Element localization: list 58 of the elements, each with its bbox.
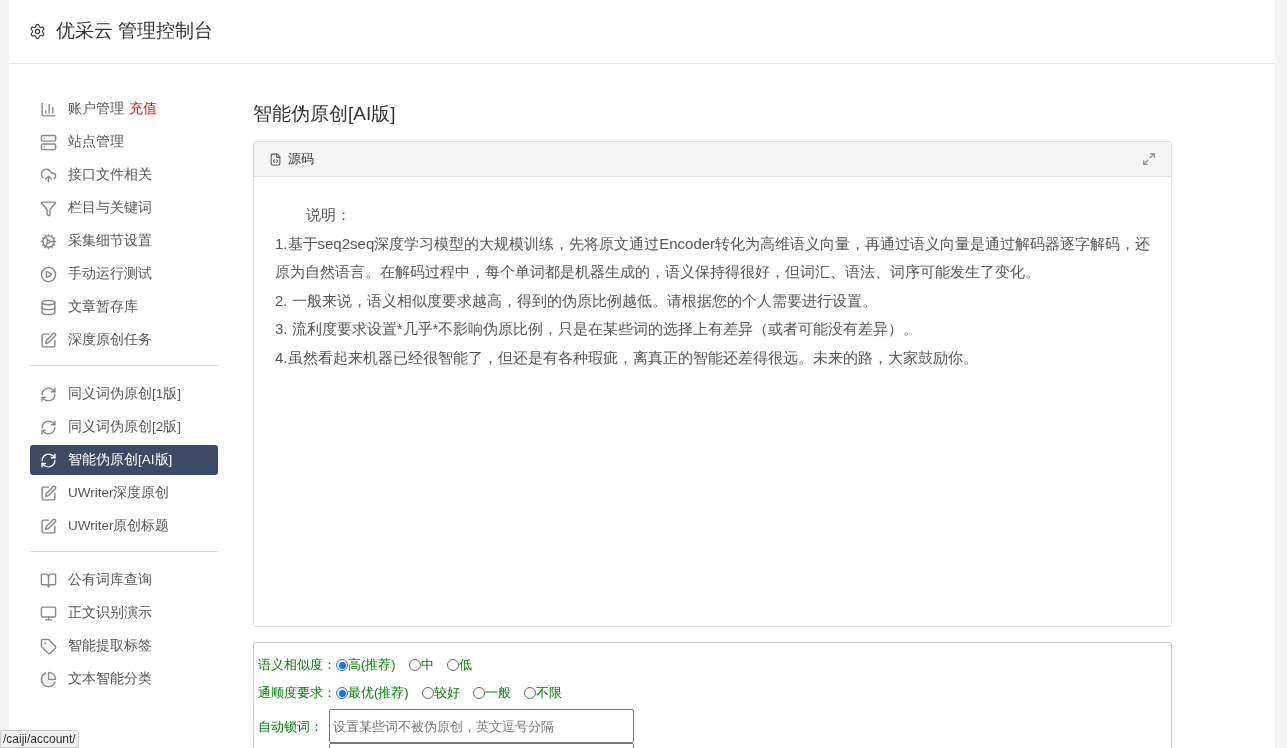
sidebar-item[interactable]: 文本智能分类 bbox=[30, 664, 218, 694]
sidebar-item[interactable]: 站点管理 bbox=[30, 127, 218, 157]
book-icon bbox=[40, 571, 57, 589]
database-icon bbox=[40, 298, 57, 316]
sidebar-item[interactable]: 账户管理 充值 bbox=[30, 94, 218, 124]
fullscreen-icon[interactable] bbox=[1142, 152, 1156, 166]
option-label: 语义相似度： bbox=[258, 656, 336, 675]
description-text: 1.基于seq2seq深度学习模型的大规模训练，先将原文通过Encoder转化为高维语义向量，再通过语义向量是通过解码器逐字解码，还原为自然语言。在解码过程中，每个单词都是机器生成的，语义保持得很好，但词汇、语法、词序可能发生了变化。 bbox=[275, 233, 1151, 282]
refresh-icon bbox=[40, 385, 57, 403]
sidebar-item[interactable]: 公有词库查询 bbox=[30, 565, 218, 595]
option-label: 通顺度要求： bbox=[258, 684, 336, 703]
tag-icon bbox=[40, 637, 57, 655]
edit-icon bbox=[40, 484, 57, 502]
radio-label[interactable]: 低 bbox=[458, 655, 472, 675]
sidebar-item[interactable]: 正文识别演示 bbox=[30, 598, 218, 628]
play-icon bbox=[40, 265, 57, 283]
recharge-link[interactable]: 充值 bbox=[129, 98, 157, 120]
description-text: 3. 流利度要求设置*几乎*不影响伪原比例，只是在某些词的选择上有差异（或者可能没有差异）。 bbox=[275, 319, 920, 339]
sidebar-item[interactable]: 文章暂存库 bbox=[30, 292, 218, 322]
description-text: 4.虽然看起来机器已经很智能了，但还是有各种瑕疵，离真正的智能还差得很远。未来的路，大家鼓励你。 bbox=[275, 347, 979, 368]
refresh-icon bbox=[40, 451, 57, 469]
sidebar-item[interactable]: 深度原创任务 bbox=[30, 325, 218, 355]
pie-chart-icon bbox=[40, 670, 57, 688]
sidebar-item[interactable]: 智能伪原创[AI版] bbox=[30, 445, 218, 475]
sidebar-item[interactable]: UWriter深度原创 bbox=[30, 478, 218, 508]
filter-icon bbox=[40, 199, 57, 217]
source-tab[interactable]: 源码 bbox=[288, 149, 314, 169]
radio-label[interactable]: 一般 bbox=[484, 683, 511, 703]
status-url: /caiji/account/ bbox=[3, 732, 76, 746]
page-title: 智能伪原创[AI版] bbox=[253, 102, 397, 126]
cloud-upload-icon bbox=[40, 166, 57, 184]
app-title: 优采云 管理控制台 bbox=[56, 19, 214, 44]
server-icon bbox=[40, 133, 57, 151]
gears-icon bbox=[40, 232, 57, 250]
radio-label[interactable]: 高(推荐) bbox=[348, 655, 396, 675]
radio-label[interactable]: 中 bbox=[420, 655, 434, 675]
sidebar-item[interactable]: UWriter原创标题 bbox=[30, 511, 218, 541]
input-field[interactable]: 设置某些词不被伪原创，英文逗号分隔 bbox=[329, 709, 634, 743]
sidebar-item[interactable]: 同义词伪原创[2版] bbox=[30, 412, 218, 442]
settings-icon bbox=[29, 23, 46, 40]
description-text: 2. 一般来说，语义相似度要求越高，得到的伪原比例越低。请根据您的个人需要进行设置。 bbox=[275, 290, 878, 311]
description-text: 说明： bbox=[305, 205, 352, 225]
monitor-icon bbox=[40, 604, 57, 622]
refresh-icon bbox=[40, 418, 57, 436]
bar-chart-icon bbox=[40, 100, 57, 118]
edit-icon bbox=[40, 517, 57, 535]
sidebar-item[interactable]: 接口文件相关 bbox=[30, 160, 218, 190]
radio-label[interactable]: 最优(推荐) bbox=[348, 683, 409, 703]
sidebar-item[interactable]: 智能提取标签 bbox=[30, 631, 218, 661]
file-code-icon bbox=[269, 152, 282, 166]
option-label: 自动锁词： bbox=[258, 718, 324, 736]
sidebar-item[interactable]: 手动运行测试 bbox=[30, 259, 218, 289]
sidebar-item[interactable]: 采集细节设置 bbox=[30, 226, 218, 256]
radio-label[interactable]: 较好 bbox=[433, 683, 460, 703]
edit-icon bbox=[40, 331, 57, 349]
sidebar-item[interactable]: 同义词伪原创[1版] bbox=[30, 379, 218, 409]
radio-label[interactable]: 不限 bbox=[535, 683, 562, 703]
sidebar-item[interactable]: 栏目与关键词 bbox=[30, 193, 218, 223]
